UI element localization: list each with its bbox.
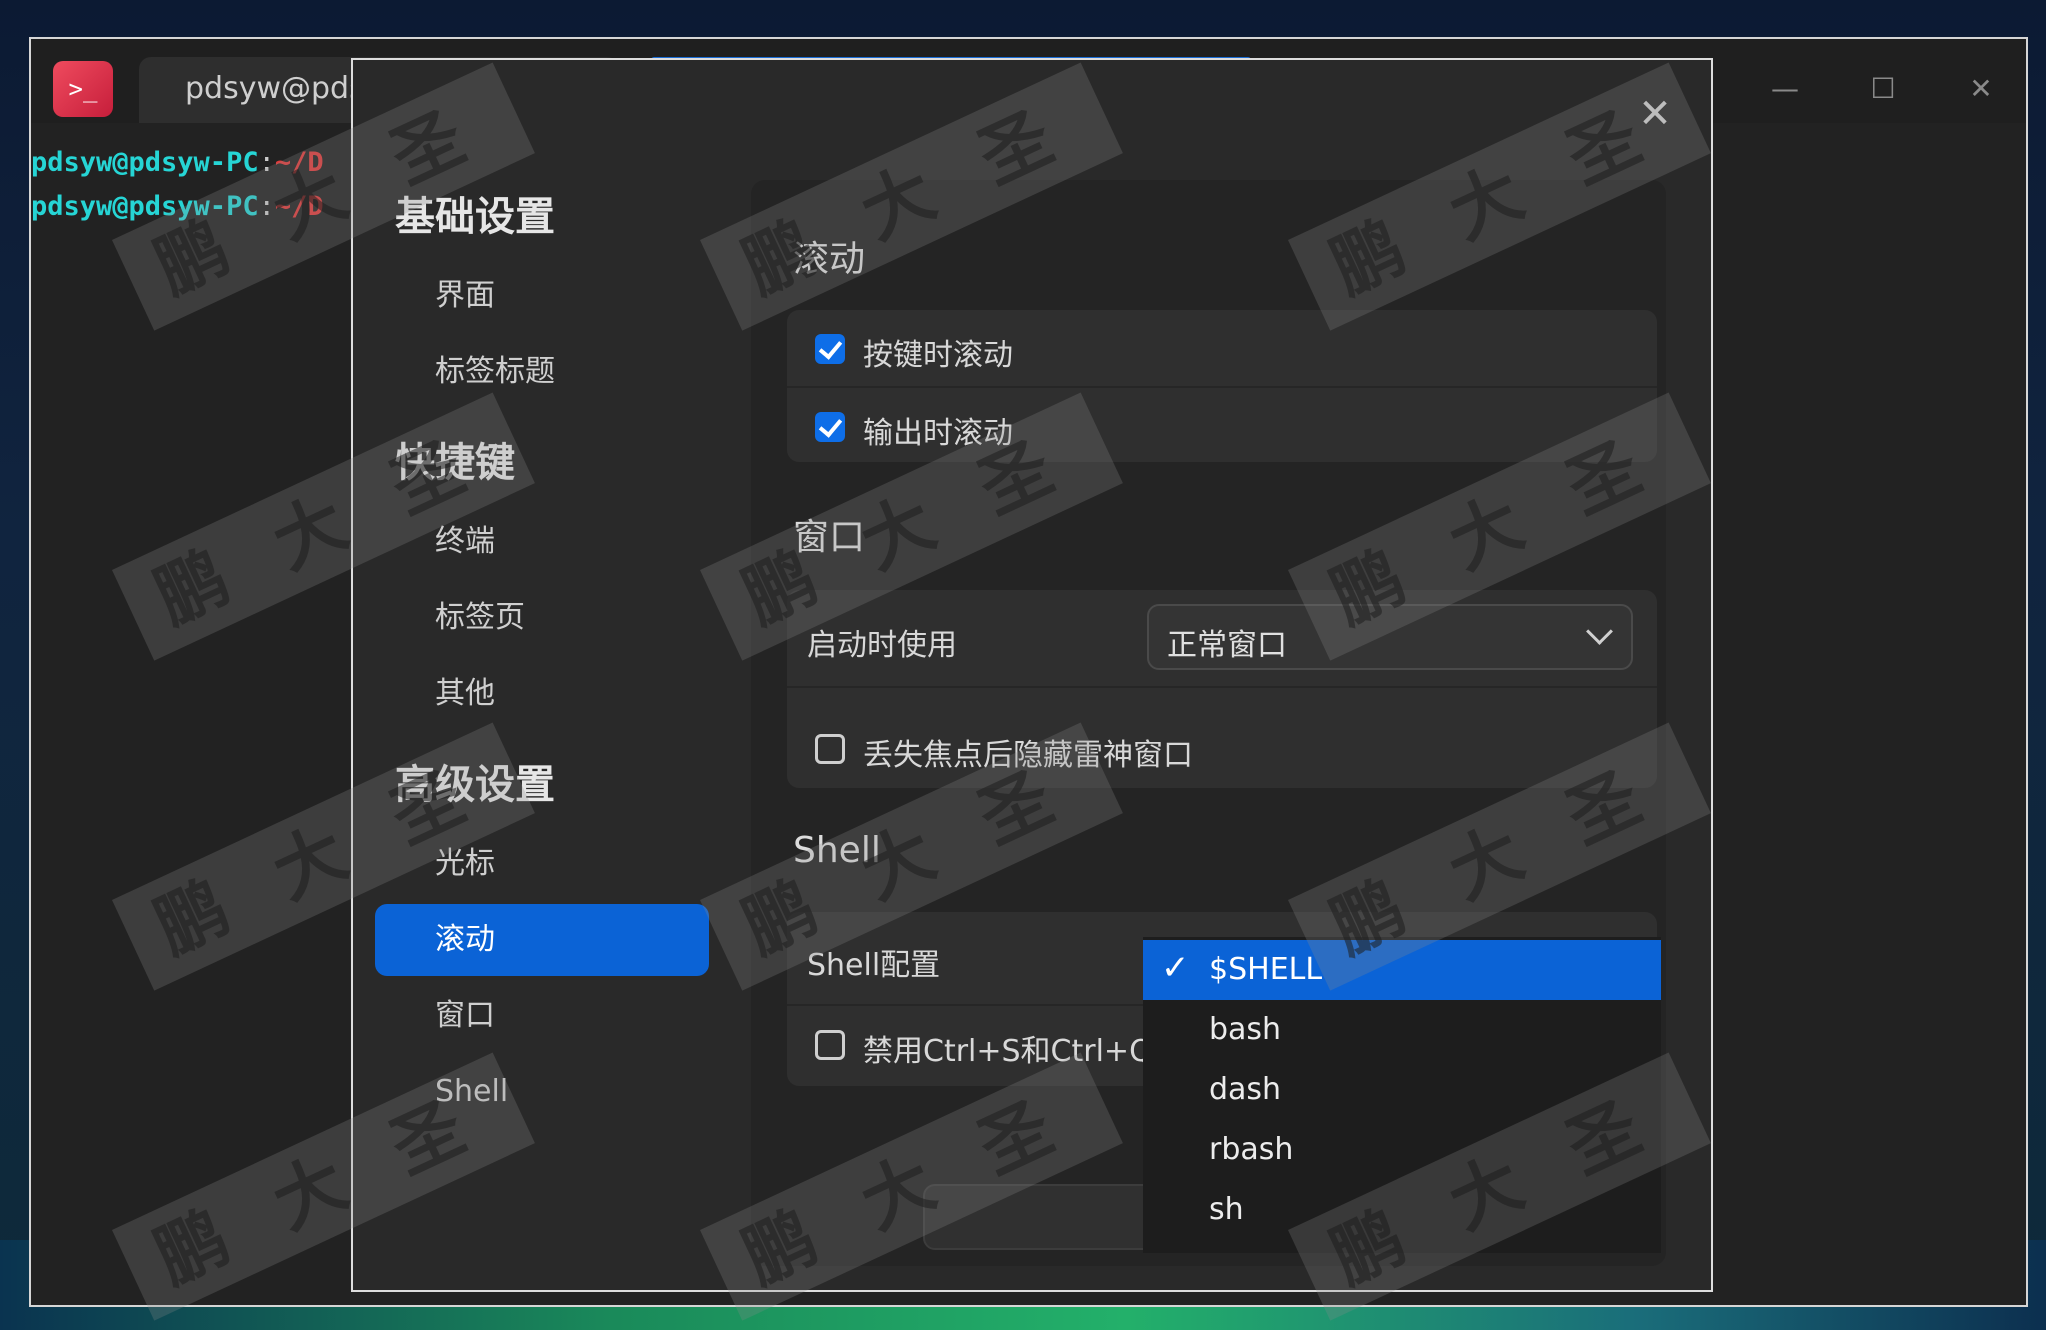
- nav-item-interface[interactable]: 界面: [375, 260, 709, 332]
- shell-config-label: Shell配置: [807, 948, 941, 983]
- startup-window-row: 启动时使用 正常窗口: [787, 590, 1657, 686]
- divider: [787, 686, 1657, 688]
- prompt-user: pdsyw@pdsyw-PC: [31, 147, 259, 178]
- dropdown-option-shell[interactable]: ✓ $SHELL: [1143, 940, 1661, 1000]
- dropdown-option-rbash[interactable]: rbash: [1143, 1120, 1661, 1180]
- nav-item-other[interactable]: 其他: [375, 658, 709, 730]
- hide-on-blur-checkbox[interactable]: [815, 734, 845, 764]
- nav-item-window[interactable]: 窗口: [375, 980, 709, 1052]
- prompt-colon: :: [258, 147, 275, 178]
- scroll-on-key-row[interactable]: 按键时滚动: [787, 310, 1657, 386]
- nav-item-scroll[interactable]: 滚动: [375, 904, 709, 976]
- prompt-path: ~/D: [274, 147, 324, 178]
- prompt-colon: :: [258, 191, 275, 222]
- dropdown-option-label: rbash: [1209, 1132, 1294, 1167]
- startup-window-value: 正常窗口: [1167, 628, 1287, 663]
- terminal-line: pdsyw@pdsyw-PC:~/D: [31, 147, 324, 178]
- startup-window-select[interactable]: 正常窗口: [1147, 604, 1633, 670]
- terminal-app-icon[interactable]: >_: [53, 61, 113, 117]
- nav-item-cursor[interactable]: 光标: [375, 828, 709, 900]
- scroll-on-key-checkbox[interactable]: [815, 334, 845, 364]
- nav-item-terminal[interactable]: 终端: [375, 506, 709, 578]
- section-title-scroll: 滚动: [793, 239, 866, 280]
- startup-window-label: 启动时使用: [807, 628, 957, 663]
- nav-group-shortcuts[interactable]: 快捷键: [395, 430, 515, 488]
- close-icon[interactable]: ✕: [1635, 94, 1675, 134]
- dropdown-option-label: $SHELL: [1209, 952, 1323, 987]
- check-icon: ✓: [1161, 948, 1190, 988]
- dropdown-option-sh[interactable]: sh: [1143, 1180, 1661, 1240]
- nav-item-tab-page[interactable]: 标签页: [375, 582, 709, 654]
- section-title-shell: Shell: [793, 830, 881, 871]
- scroll-settings-card: 按键时滚动 输出时滚动: [787, 310, 1657, 462]
- prompt-path: ~/D: [274, 191, 324, 222]
- dropdown-option-bash[interactable]: bash: [1143, 1000, 1661, 1060]
- dropdown-option-dash[interactable]: dash: [1143, 1060, 1661, 1120]
- chevron-down-icon: [1586, 618, 1613, 645]
- terminal-line: pdsyw@pdsyw-PC:~/D: [31, 191, 324, 222]
- nav-group-basic[interactable]: 基础设置: [395, 184, 555, 242]
- nav-item-shell[interactable]: Shell: [375, 1056, 709, 1128]
- hide-on-blur-row[interactable]: 丢失焦点后隐藏雷神窗口: [787, 710, 1657, 786]
- dropdown-option-label: bash: [1209, 1012, 1282, 1047]
- prompt-user: pdsyw@pdsyw-PC: [31, 191, 259, 222]
- scroll-on-output-checkbox[interactable]: [815, 412, 845, 442]
- scroll-on-output-label: 输出时滚动: [863, 416, 1013, 451]
- window-settings-card: 启动时使用 正常窗口 丢失焦点后隐藏雷神窗口: [787, 590, 1657, 788]
- minimize-icon[interactable]: —: [1765, 69, 1805, 109]
- nav-item-tab-title[interactable]: 标签标题: [375, 336, 709, 408]
- shell-config-dropdown: ✓ $SHELL bash dash rbash sh: [1143, 937, 1661, 1253]
- maximize-icon[interactable]: ☐: [1863, 69, 1903, 109]
- scroll-on-output-row[interactable]: 输出时滚动: [787, 388, 1657, 464]
- disable-ctrl-checkbox[interactable]: [815, 1030, 845, 1060]
- section-title-window: 窗口: [793, 517, 866, 558]
- hide-on-blur-label: 丢失焦点后隐藏雷神窗口: [863, 738, 1193, 773]
- nav-group-advanced[interactable]: 高级设置: [395, 752, 555, 810]
- dropdown-option-label: dash: [1209, 1072, 1282, 1107]
- dropdown-option-label: sh: [1209, 1192, 1244, 1227]
- close-window-icon[interactable]: ✕: [1961, 69, 2001, 109]
- scroll-on-key-label: 按键时滚动: [863, 338, 1013, 373]
